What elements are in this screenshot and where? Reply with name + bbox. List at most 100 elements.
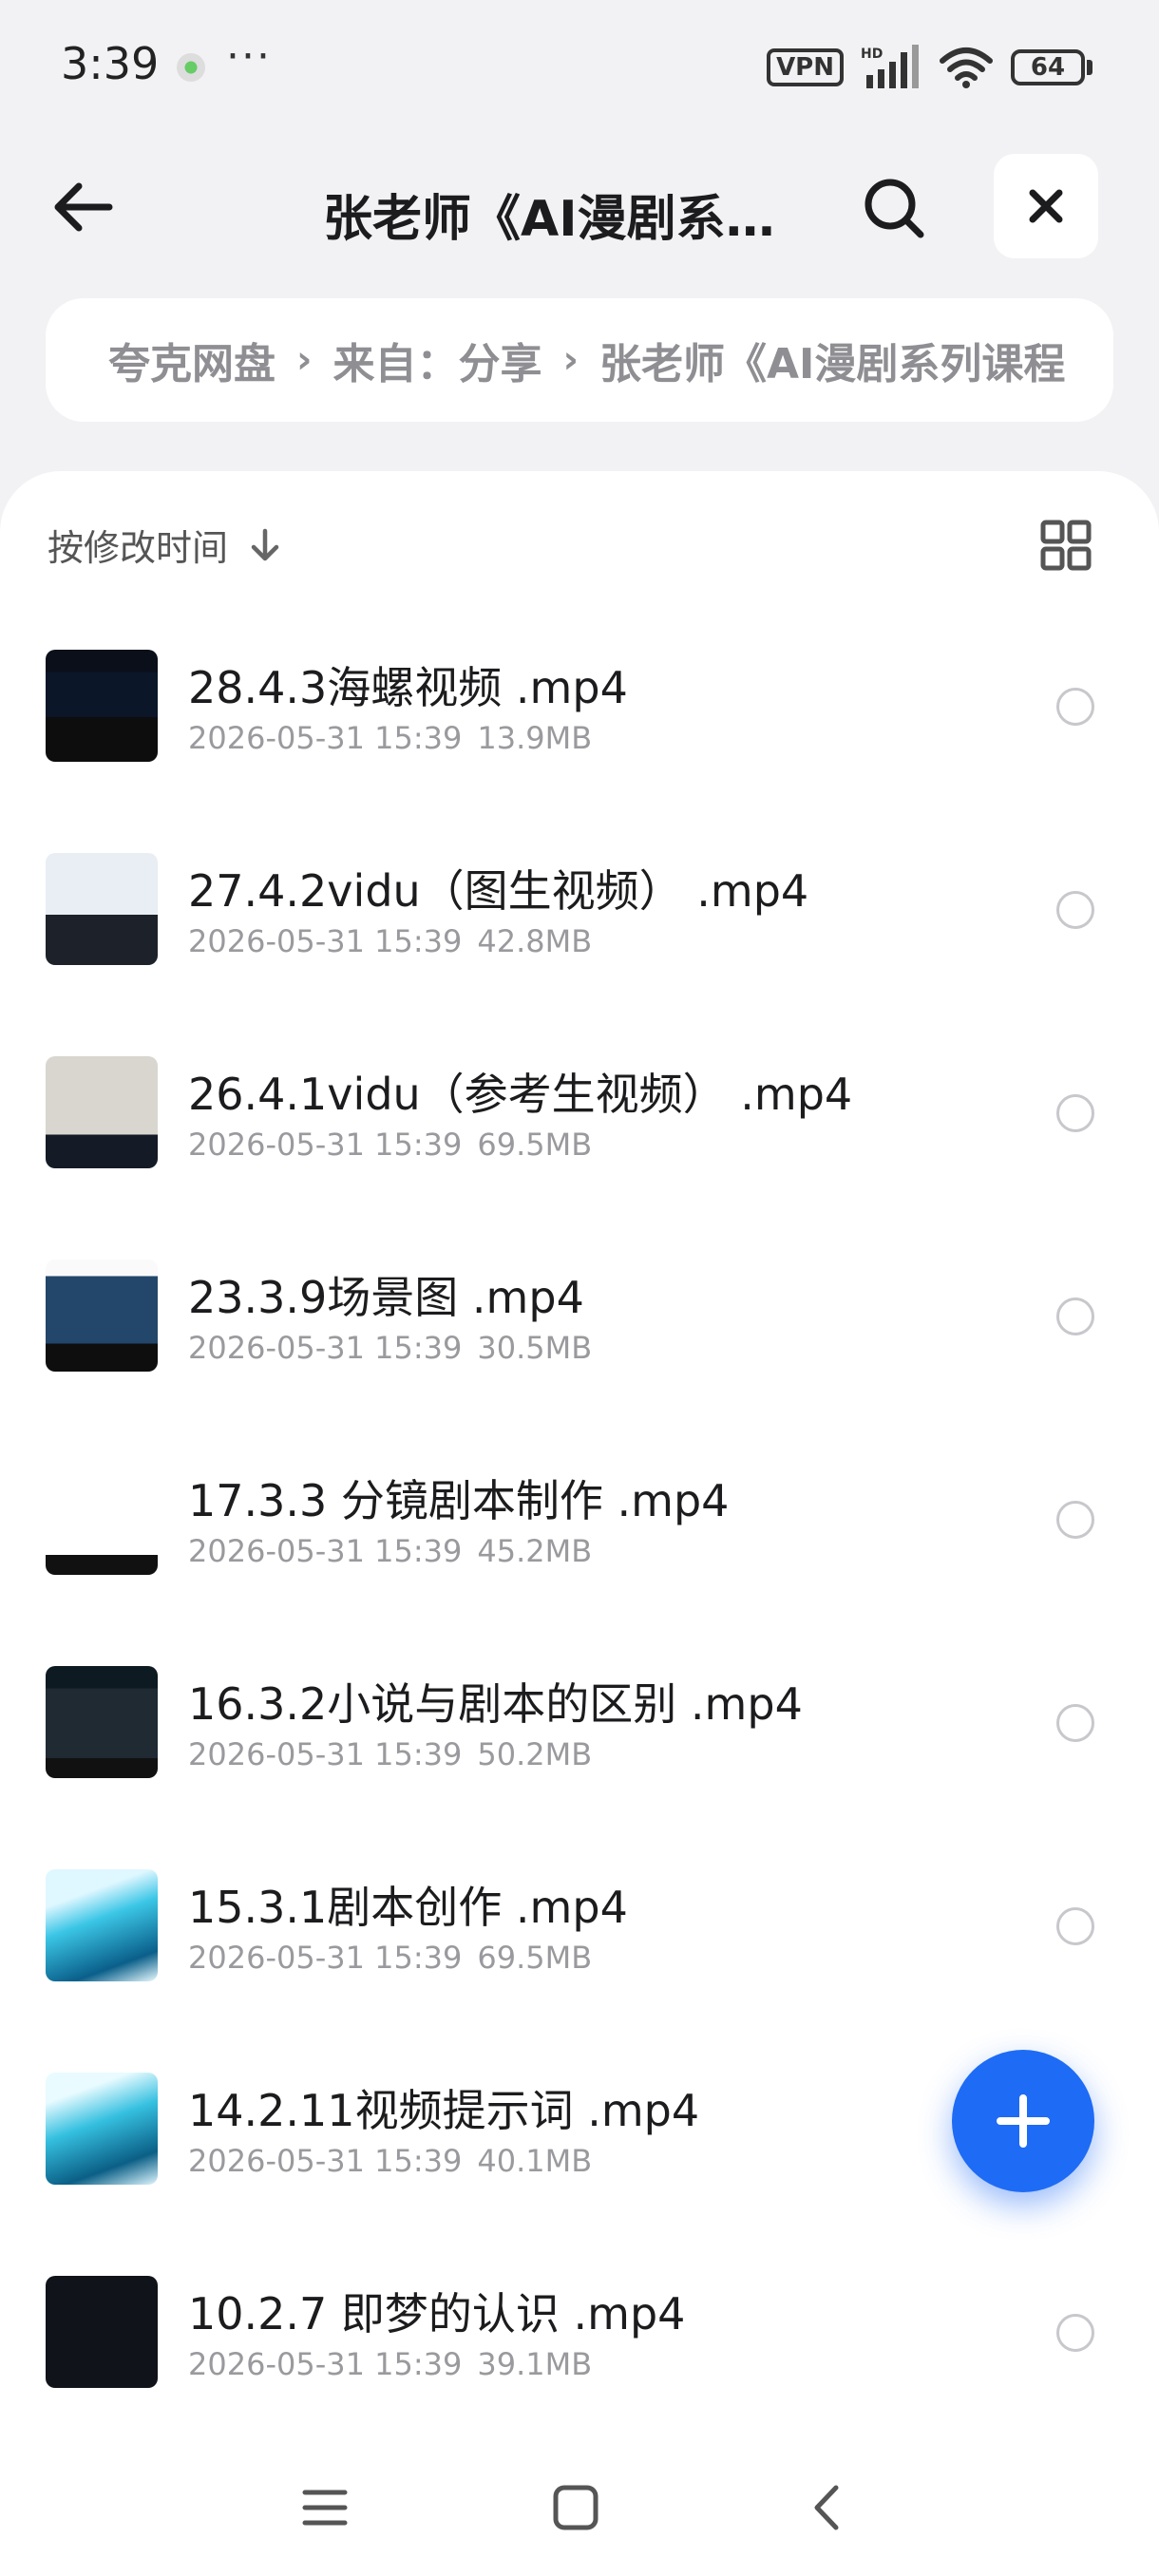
file-name: 14.2.11视频提示词 .mp4 <box>188 2085 700 2136</box>
file-meta: 2026-05-31 15:39 69.5MB <box>188 1127 592 1163</box>
file-row[interactable]: 26.4.1vidu（参考生视频） .mp4 2026-05-31 15:39 6… <box>0 1018 1159 1222</box>
file-row[interactable]: 16.3.2小说与剧本的区别 .mp4 2026-05-31 15:39 50.2… <box>0 1628 1159 1831</box>
file-date: 2026-05-31 15:39 <box>188 923 463 959</box>
select-checkbox[interactable] <box>1056 688 1094 726</box>
sort-selector[interactable]: 按修改时间 <box>48 519 281 571</box>
arrow-left-icon <box>54 182 113 232</box>
close-button[interactable] <box>994 154 1098 258</box>
status-bar: 3:39 ··· VPN HD 64 <box>0 0 1159 133</box>
file-size: 39.1MB <box>477 2346 593 2382</box>
file-name: 15.3.1剧本创作 .mp4 <box>188 1882 628 1933</box>
nav-home-button[interactable] <box>538 2470 614 2546</box>
file-date: 2026-05-31 15:39 <box>188 1736 463 1772</box>
file-date: 2026-05-31 15:39 <box>188 720 463 756</box>
chevron-right-icon: › <box>296 338 313 382</box>
video-thumbnail <box>46 2073 158 2185</box>
video-thumbnail <box>46 853 158 965</box>
file-row[interactable]: 15.3.1剧本创作 .mp4 2026-05-31 15:39 69.5MB <box>0 1831 1159 2035</box>
menu-icon <box>302 2490 348 2526</box>
file-date: 2026-05-31 15:39 <box>188 1330 463 1366</box>
file-date: 2026-05-31 15:39 <box>188 1533 463 1569</box>
file-date: 2026-05-31 15:39 <box>188 1127 463 1163</box>
video-thumbnail <box>46 1056 158 1168</box>
file-size: 13.9MB <box>477 720 593 756</box>
status-time: 3:39 <box>61 38 160 89</box>
video-thumbnail <box>46 1260 158 1372</box>
file-name: 28.4.3海螺视频 .mp4 <box>188 662 628 713</box>
breadcrumb-share[interactable]: 来自：分享 <box>332 330 542 390</box>
plus-icon <box>997 2094 1050 2148</box>
video-thumbnail <box>46 650 158 762</box>
vpn-badge: VPN <box>767 48 844 86</box>
add-button[interactable] <box>952 2050 1094 2192</box>
breadcrumb-root[interactable]: 夸克网盘 <box>108 330 276 390</box>
file-name: 27.4.2vidu（图生视频） .mp4 <box>188 865 809 917</box>
chevron-left-icon <box>814 2485 839 2530</box>
search-button[interactable] <box>855 169 935 249</box>
file-row[interactable]: 27.4.2vidu（图生视频） .mp4 2026-05-31 15:39 42… <box>0 815 1159 1018</box>
file-name: 10.2.7 即梦的认识 .mp4 <box>188 2288 686 2339</box>
breadcrumb: 夸克网盘 › 来自：分享 › 张老师《AI漫剧系列课程 <box>46 298 1113 422</box>
select-checkbox[interactable] <box>1056 2314 1094 2352</box>
grid-view-button[interactable] <box>1036 515 1096 576</box>
select-checkbox[interactable] <box>1056 1501 1094 1539</box>
file-meta: 2026-05-31 15:39 69.5MB <box>188 1940 592 1976</box>
header: 张老师《AI漫剧系列… <box>0 142 1159 266</box>
file-meta: 2026-05-31 15:39 42.8MB <box>188 923 592 959</box>
video-thumbnail <box>46 1869 158 1981</box>
select-checkbox[interactable] <box>1056 1704 1094 1742</box>
file-row[interactable]: 10.2.7 即梦的认识 .mp4 2026-05-31 15:39 39.1MB <box>0 2238 1159 2441</box>
video-thumbnail <box>46 1463 158 1575</box>
arrow-down-icon <box>251 528 279 560</box>
select-checkbox[interactable] <box>1056 1297 1094 1335</box>
file-size: 69.5MB <box>477 1940 593 1976</box>
file-meta: 2026-05-31 15:39 50.2MB <box>188 1736 592 1772</box>
file-name: 16.3.2小说与剧本的区别 .mp4 <box>188 1678 803 1730</box>
file-meta: 2026-05-31 15:39 45.2MB <box>188 1533 592 1569</box>
file-meta: 2026-05-31 15:39 40.1MB <box>188 2143 592 2179</box>
grid-view-icon <box>1040 520 1092 571</box>
nav-menu-button[interactable] <box>287 2470 363 2546</box>
signal-icon: HD <box>861 45 919 88</box>
video-thumbnail <box>46 2276 158 2388</box>
file-size: 30.5MB <box>477 1330 593 1366</box>
status-indicators: VPN HD 64 <box>767 44 1092 91</box>
more-notifications-icon: ··· <box>226 32 272 81</box>
file-name: 23.3.9场景图 .mp4 <box>188 1272 584 1323</box>
select-checkbox[interactable] <box>1056 891 1094 929</box>
chevron-right-icon: › <box>562 338 579 382</box>
file-row[interactable]: 28.4.3海螺视频 .mp4 2026-05-31 15:39 13.9MB <box>0 612 1159 815</box>
nav-back-button[interactable] <box>788 2470 864 2546</box>
file-meta: 2026-05-31 15:39 30.5MB <box>188 1330 592 1366</box>
system-nav-bar <box>0 2432 1159 2576</box>
select-checkbox[interactable] <box>1056 1907 1094 1945</box>
battery-icon: 64 <box>1011 49 1092 85</box>
app-notification-icon <box>177 53 205 82</box>
file-date: 2026-05-31 15:39 <box>188 2346 463 2382</box>
file-list-panel: 按修改时间 28.4.3海螺视频 .mp4 2026-05-31 15:39 13… <box>0 471 1159 2576</box>
file-row[interactable]: 23.3.9场景图 .mp4 2026-05-31 15:39 30.5MB <box>0 1222 1159 1425</box>
video-thumbnail <box>46 1666 158 1778</box>
file-meta: 2026-05-31 15:39 39.1MB <box>188 2346 592 2382</box>
search-icon <box>864 179 924 238</box>
home-square-icon <box>553 2485 598 2530</box>
file-date: 2026-05-31 15:39 <box>188 2143 463 2179</box>
file-name: 17.3.3 分镜剧本制作 .mp4 <box>188 1475 730 1526</box>
back-button[interactable] <box>44 169 120 245</box>
network-label: HD <box>861 47 883 62</box>
file-size: 50.2MB <box>477 1736 593 1772</box>
sort-label: 按修改时间 <box>48 527 229 569</box>
breadcrumb-current[interactable]: 张老师《AI漫剧系列课程 <box>599 330 1065 390</box>
file-date: 2026-05-31 15:39 <box>188 1940 463 1976</box>
select-checkbox[interactable] <box>1056 1094 1094 1132</box>
battery-level: 64 <box>1011 49 1085 85</box>
wifi-icon <box>940 47 993 88</box>
file-meta: 2026-05-31 15:39 13.9MB <box>188 720 592 756</box>
file-name: 26.4.1vidu（参考生视频） .mp4 <box>188 1069 853 1120</box>
page-title: 张老师《AI漫剧系列… <box>323 191 817 248</box>
file-size: 40.1MB <box>477 2143 593 2179</box>
file-size: 69.5MB <box>477 1127 593 1163</box>
file-size: 45.2MB <box>477 1533 593 1569</box>
file-row[interactable]: 17.3.3 分镜剧本制作 .mp4 2026-05-31 15:39 45.2M… <box>0 1425 1159 1628</box>
file-size: 42.8MB <box>477 923 593 959</box>
